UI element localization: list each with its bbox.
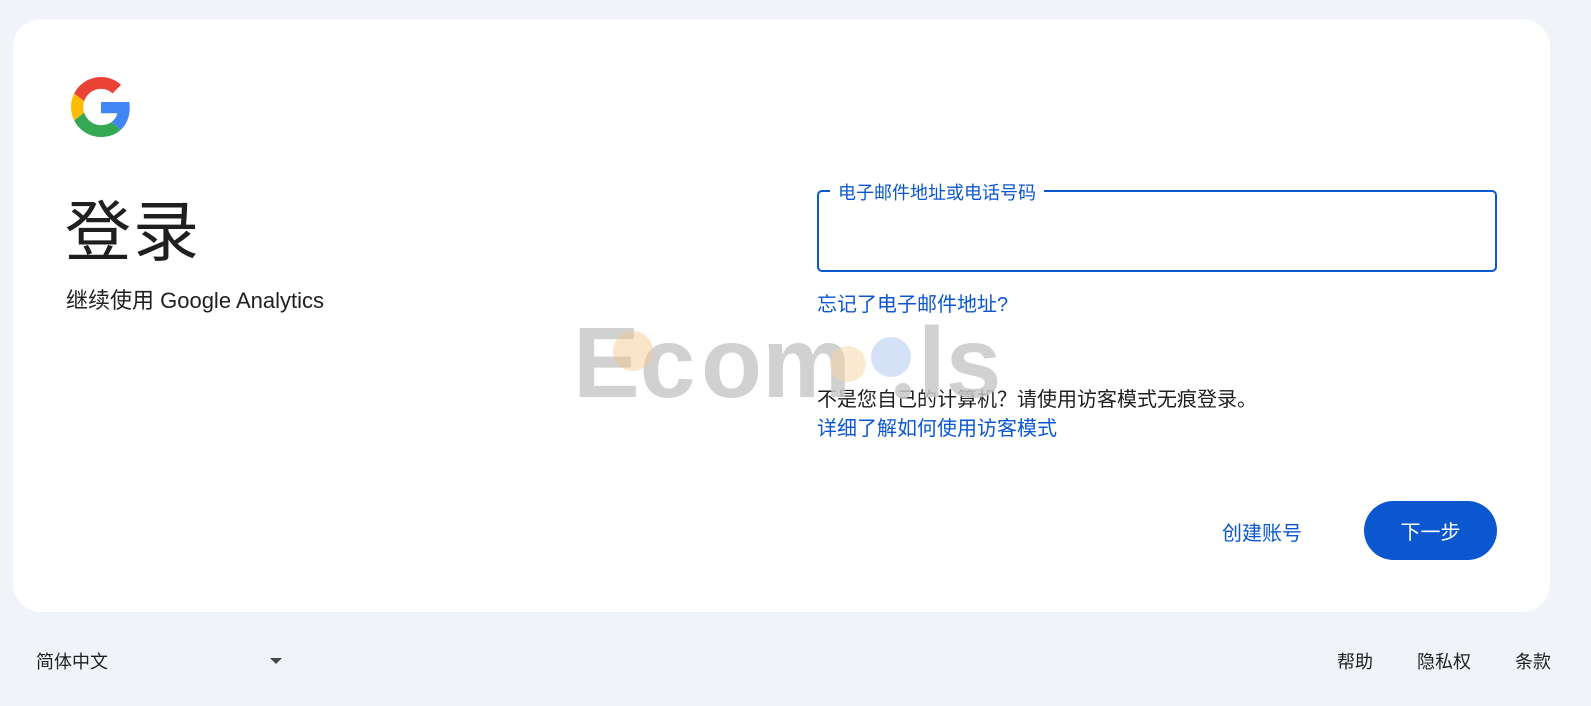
watermark-o-left xyxy=(830,346,866,382)
footer-link-privacy[interactable]: 隐私权 xyxy=(1395,648,1493,674)
next-button[interactable]: 下一步 xyxy=(1364,501,1497,560)
footer-link-help[interactable]: 帮助 xyxy=(1315,648,1395,674)
email-input[interactable] xyxy=(833,210,1473,250)
google-g-icon xyxy=(71,77,130,137)
learn-more-guest-link[interactable]: 详细了解如何使用访客模式 xyxy=(817,412,1057,441)
signin-card: 登录 继续使用 Google Analytics 电子邮件地址或电话号码 忘记了… xyxy=(13,19,1550,612)
create-account-button[interactable]: 创建账号 xyxy=(1222,517,1302,546)
guest-mode-notice: 不是您自己的计算机？请使用访客模式无痕登录。 xyxy=(817,389,1257,411)
footer-links: 帮助 隐私权 条款 xyxy=(1315,648,1567,674)
page-subtitle: 继续使用 Google Analytics xyxy=(66,288,324,313)
watermark-orange-dot xyxy=(613,331,653,371)
watermark-o-right xyxy=(871,337,911,377)
language-label: 简体中文 xyxy=(36,652,108,672)
footer: 简体中文 帮助 隐私权 条款 xyxy=(0,612,1591,706)
forgot-email-link[interactable]: 忘记了电子邮件地址? xyxy=(817,288,1008,317)
language-select[interactable]: 简体中文 xyxy=(36,648,292,674)
page-title: 登录 xyxy=(65,195,201,269)
email-field-label: 电子邮件地址或电话号码 xyxy=(830,179,1044,205)
dropdown-caret-icon xyxy=(270,658,282,664)
email-field[interactable]: 电子邮件地址或电话号码 xyxy=(817,179,1497,272)
footer-link-terms[interactable]: 条款 xyxy=(1493,648,1567,674)
watermark-text-left: Ec xyxy=(573,309,695,409)
